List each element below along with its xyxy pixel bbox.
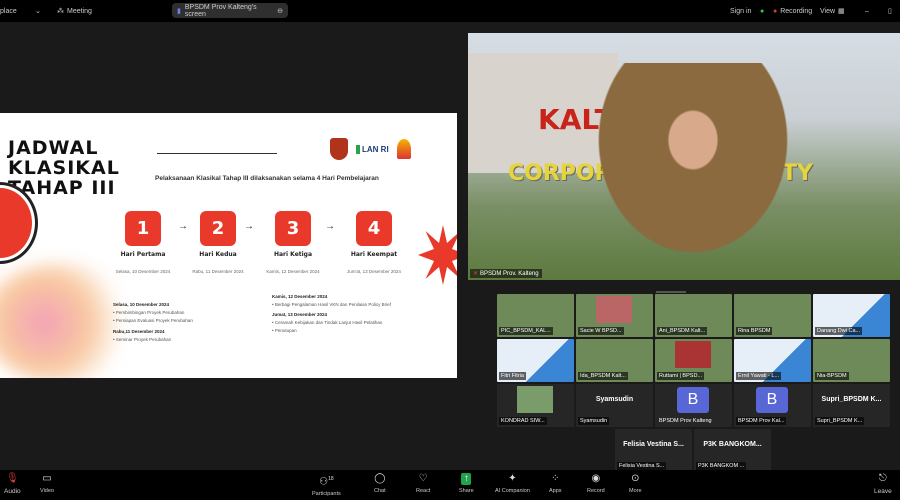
avatar: B xyxy=(756,387,788,413)
record-dot-icon: ● xyxy=(773,7,778,15)
participant-tile[interactable]: PIC_BPSDM_KAL... xyxy=(497,294,574,337)
participant-tile[interactable]: KONDRAD SIW... xyxy=(497,384,574,427)
share-icon: ↑ xyxy=(461,473,472,485)
participant-tile[interactable]: Sacie W BPSD... xyxy=(576,294,653,337)
options-icon[interactable]: ⊖ xyxy=(277,7,283,15)
apps-icon: ⁘ xyxy=(551,473,560,484)
heart-icon: ♡ xyxy=(418,473,428,484)
leave-label: Leave xyxy=(874,488,892,495)
video-button[interactable]: ▭ Video xyxy=(40,473,54,494)
participant-tile[interactable]: Supri_BPSDM K... Supri_BPSDM K... xyxy=(813,384,890,427)
mic-muted-icon: ✕ xyxy=(473,271,479,277)
record-icon: ◉ xyxy=(591,473,601,484)
avatar: B xyxy=(677,387,709,413)
shared-slide: JADWAL KLASIKAL TAHAP III LAN RI Pelaksana… xyxy=(0,113,457,378)
schedule-right: Kamis, 12 Desember 2024 • Berbagi Pengal… xyxy=(272,294,391,333)
leave-icon: ⎋ xyxy=(878,473,887,484)
resize-handle[interactable] xyxy=(656,291,686,293)
participant-tile[interactable]: P3K BANGKOM... P3K BANGKOM ... xyxy=(694,429,771,472)
more-icon: ⊙ xyxy=(631,473,640,484)
fullscreen-icon[interactable]: ▯ xyxy=(888,7,892,15)
schedule-left: Selasa, 10 Desember 2024 • Pembimbingan … xyxy=(113,302,193,342)
active-speaker-video[interactable]: KALTENG CORPORATE UNIVERSITY ✕BPSDM Prov… xyxy=(468,33,900,280)
audio-button[interactable]: 🎙 Audio xyxy=(4,473,21,495)
chat-button[interactable]: ◯ Chat xyxy=(374,473,386,494)
participant-tile[interactable]: Ruttami | BPSD... xyxy=(655,339,732,382)
arrow-icon: → xyxy=(178,221,188,232)
slide-title: JADWAL KLASIKAL TAHAP III xyxy=(8,137,120,199)
app-label: place xyxy=(0,7,17,15)
grid-icon: ▦ xyxy=(838,8,845,15)
mic-muted-icon: 🎙 xyxy=(5,473,19,484)
bpsdm-logo xyxy=(396,139,411,159)
meeting-toolbar: 🎙 Audio ▭ Video ⚇18 Participants ◯ Chat ♡ Rea… xyxy=(0,470,900,500)
participant-tile[interactable]: Syamsudin Syamsudin xyxy=(576,384,653,427)
screen-share-label: BPSDM Prov Kalteng's screen xyxy=(184,3,257,18)
kalteng-logo xyxy=(330,138,348,160)
step-3: 3 xyxy=(275,211,311,246)
view-button[interactable]: View ▦ xyxy=(820,7,845,16)
arrow-icon: → xyxy=(325,221,335,232)
react-button[interactable]: ♡ React xyxy=(416,473,430,494)
meeting-icon: ⁂ xyxy=(57,8,64,15)
step-day: Hari Pertama xyxy=(120,251,166,258)
share-icon: ▮ xyxy=(177,7,181,15)
camera-icon: ▭ xyxy=(42,473,52,484)
sign-in-link[interactable]: Sign in xyxy=(730,8,751,15)
participant-tile[interactable]: Rina BPSDM xyxy=(734,294,811,337)
step-day: Hari Ketiga xyxy=(273,251,313,258)
participant-tile[interactable]: Nia-BPSDM xyxy=(813,339,890,382)
participant-tile[interactable]: Fitri Fitria xyxy=(497,339,574,382)
participants-button[interactable]: ⚇18 Participants xyxy=(312,473,341,497)
audio-label: Audio xyxy=(4,488,21,495)
step-date: Jum'at, 13 Desember 2024 xyxy=(347,269,401,274)
step-2: 2 xyxy=(200,211,236,246)
step-day: Hari Keempat xyxy=(350,251,398,258)
ai-companion-button[interactable]: ✦ AI Companion xyxy=(495,473,530,494)
record-button[interactable]: ◉ Record xyxy=(587,473,605,494)
participant-tile[interactable]: Danang Dwi Ca... xyxy=(813,294,890,337)
share-button[interactable]: ↑ Share xyxy=(459,473,474,494)
divider xyxy=(157,153,277,154)
leave-button[interactable]: ⎋ Leave xyxy=(874,473,892,495)
recording-label: Recording xyxy=(780,7,813,15)
chevron-down-icon[interactable]: ⌄ xyxy=(35,7,41,15)
step-4: 4 xyxy=(356,211,392,246)
participant-tile[interactable]: B BPSDM Prov Kalteng xyxy=(655,384,732,427)
participant-tile[interactable]: B BPSDM Prov Kal... xyxy=(734,384,811,427)
view-label: View xyxy=(820,7,836,15)
recording-indicator[interactable]: ● Recording xyxy=(773,8,812,15)
meeting-info[interactable]: ⁂ Meeting xyxy=(57,7,92,16)
starburst-decoration xyxy=(418,225,457,285)
participants-icon: ⚇18 xyxy=(319,476,334,488)
arrow-icon: → xyxy=(244,221,254,232)
meeting-label: Meeting xyxy=(67,7,92,15)
top-bar: place ⌄ ⁂ Meeting ▮ BPSDM Prov Kalteng's s… xyxy=(0,0,900,22)
step-date: Selasa, 10 Desember 2024 xyxy=(115,269,171,274)
step-1: 1 xyxy=(125,211,161,246)
lan-ri-logo: LAN RI xyxy=(356,144,389,154)
sparkle-icon: ✦ xyxy=(508,473,517,484)
participant-tile[interactable]: Ida_BPSDM Kalt... xyxy=(576,339,653,382)
participant-tile[interactable]: Ernil Yawati - L... xyxy=(734,339,811,382)
participant-tile[interactable]: Ani_BPSDM Kalt... xyxy=(655,294,732,337)
apps-button[interactable]: ⁘ Apps xyxy=(549,473,562,494)
logos: LAN RI xyxy=(330,138,411,160)
step-date: Rabu, 11 Desember 2024 xyxy=(192,269,244,274)
speaker-name-tag: ✕ BPSDM Prov. Kalteng xyxy=(470,269,542,278)
step-day: Hari Kedua xyxy=(199,251,237,258)
screen-share-pill[interactable]: ▮ BPSDM Prov Kalteng's screen ⊖ xyxy=(172,3,288,18)
participant-tile[interactable]: Felisia Vestina S... Felisia Vestina S... xyxy=(615,429,692,472)
more-button[interactable]: ⊙ More xyxy=(629,473,642,494)
minimize-icon[interactable]: – xyxy=(865,8,869,15)
slide-subtitle: Pelaksanaan Klasikal Tahap III dilaksana… xyxy=(155,175,379,182)
step-date: Kamis, 12 Desember 2024 xyxy=(266,269,320,274)
speaker-person xyxy=(573,63,813,280)
shield-icon: ● xyxy=(760,7,765,15)
chat-icon: ◯ xyxy=(374,473,386,484)
